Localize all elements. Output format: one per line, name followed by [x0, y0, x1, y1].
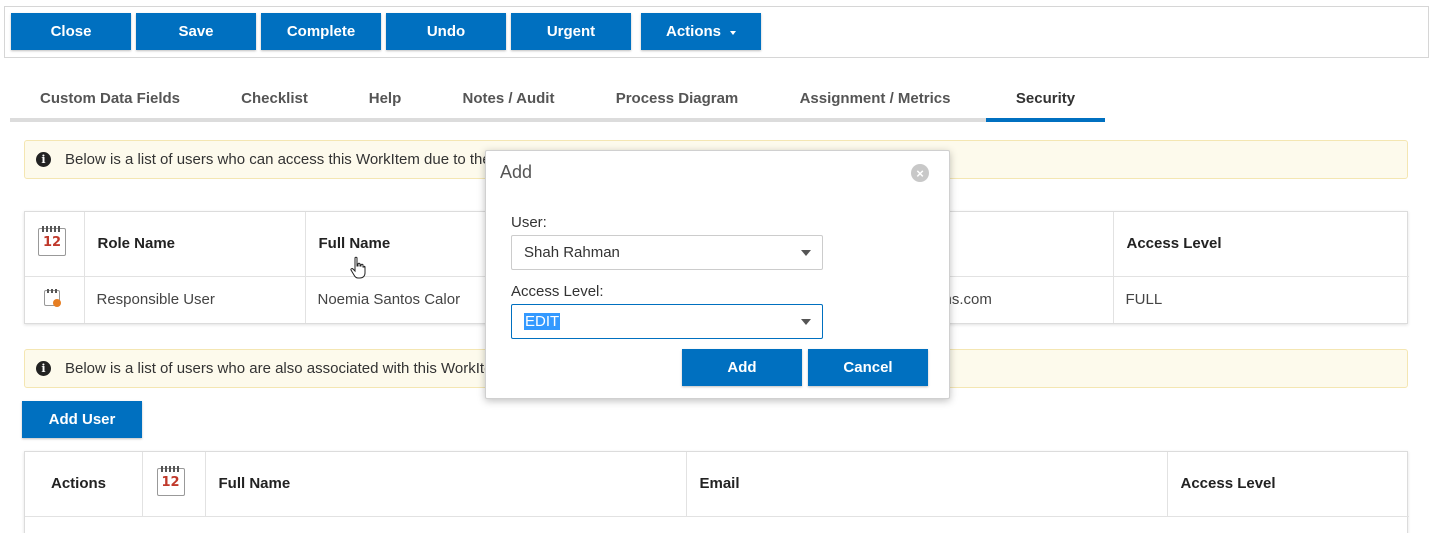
tab-checklist[interactable]: Checklist	[210, 78, 339, 118]
tab-security[interactable]: Security	[986, 78, 1105, 118]
add-user-button[interactable]: Add User	[22, 401, 142, 438]
user-label: User:	[511, 214, 547, 231]
access-level-label: Access Level:	[511, 283, 604, 300]
active-tab-indicator	[986, 118, 1105, 122]
undo-button[interactable]: Undo	[386, 13, 506, 50]
icon-column-header: 12	[142, 452, 206, 517]
calendar-edit-icon	[44, 288, 61, 307]
user-select[interactable]: Shah Rahman	[511, 235, 823, 270]
access-level-header[interactable]: Access Level	[1113, 212, 1409, 277]
calendar-icon: 12	[156, 465, 185, 496]
calendar-icon: 12	[38, 225, 66, 256]
access-level-select-value: EDIT	[524, 313, 561, 330]
add-user-dialog: Add × User: Shah Rahman Access Level: ED…	[485, 150, 950, 399]
actions-header: Actions	[25, 452, 143, 517]
complete-button[interactable]: Complete	[261, 13, 381, 50]
close-icon[interactable]: ×	[911, 164, 929, 182]
actions-label: Actions	[665, 23, 721, 40]
save-button[interactable]: Save	[136, 13, 256, 50]
access-level-header[interactable]: Access Level	[1167, 452, 1409, 517]
tab-assignment-metrics[interactable]: Assignment / Metrics	[768, 78, 982, 118]
associated-notice-text: Below is a list of users who are also as…	[65, 360, 493, 377]
chevron-down-icon	[801, 319, 811, 325]
access-level-select[interactable]: EDIT	[511, 304, 823, 339]
dialog-title: Add	[500, 162, 533, 182]
chevron-down-icon	[801, 250, 811, 256]
access-notice-text: Below is a list of users who can access …	[65, 151, 491, 168]
role-name-header[interactable]: Role Name	[84, 212, 306, 277]
user-select-value: Shah Rahman	[524, 244, 620, 261]
tab-bar: Custom Data Fields Checklist Help Notes …	[10, 78, 1105, 122]
close-button[interactable]: Close	[11, 13, 131, 50]
info-icon: i	[36, 152, 51, 167]
urgent-button[interactable]: Urgent	[511, 13, 631, 50]
info-icon: i	[36, 361, 51, 376]
full-name-cell: Noemia Santos Calor	[305, 276, 486, 323]
tab-help[interactable]: Help	[339, 78, 431, 118]
tab-process-diagram[interactable]: Process Diagram	[586, 78, 768, 118]
dialog-cancel-button[interactable]: Cancel	[808, 349, 928, 386]
role-name-cell: Responsible User	[84, 276, 306, 323]
dialog-add-button[interactable]: Add	[682, 349, 802, 386]
tab-notes-audit[interactable]: Notes / Audit	[431, 78, 586, 118]
actions-dropdown-button[interactable]: Actions	[641, 13, 761, 50]
caret-down-icon	[730, 30, 736, 35]
tab-custom-data-fields[interactable]: Custom Data Fields	[10, 78, 210, 118]
email-header[interactable]: Email	[686, 452, 1168, 517]
hand-cursor-icon	[350, 256, 366, 279]
users-table: Actions 12 Full Name Email Access Level	[24, 451, 1409, 533]
row-icon-cell	[25, 276, 85, 323]
full-name-header[interactable]: Full Name	[205, 452, 687, 517]
icon-column-header: 12	[25, 212, 85, 277]
access-level-cell: FULL	[1125, 291, 1163, 309]
full-name-header[interactable]: Full Name	[305, 212, 486, 277]
toolbar: Close Save Complete Undo Urgent Actions	[4, 6, 1429, 58]
